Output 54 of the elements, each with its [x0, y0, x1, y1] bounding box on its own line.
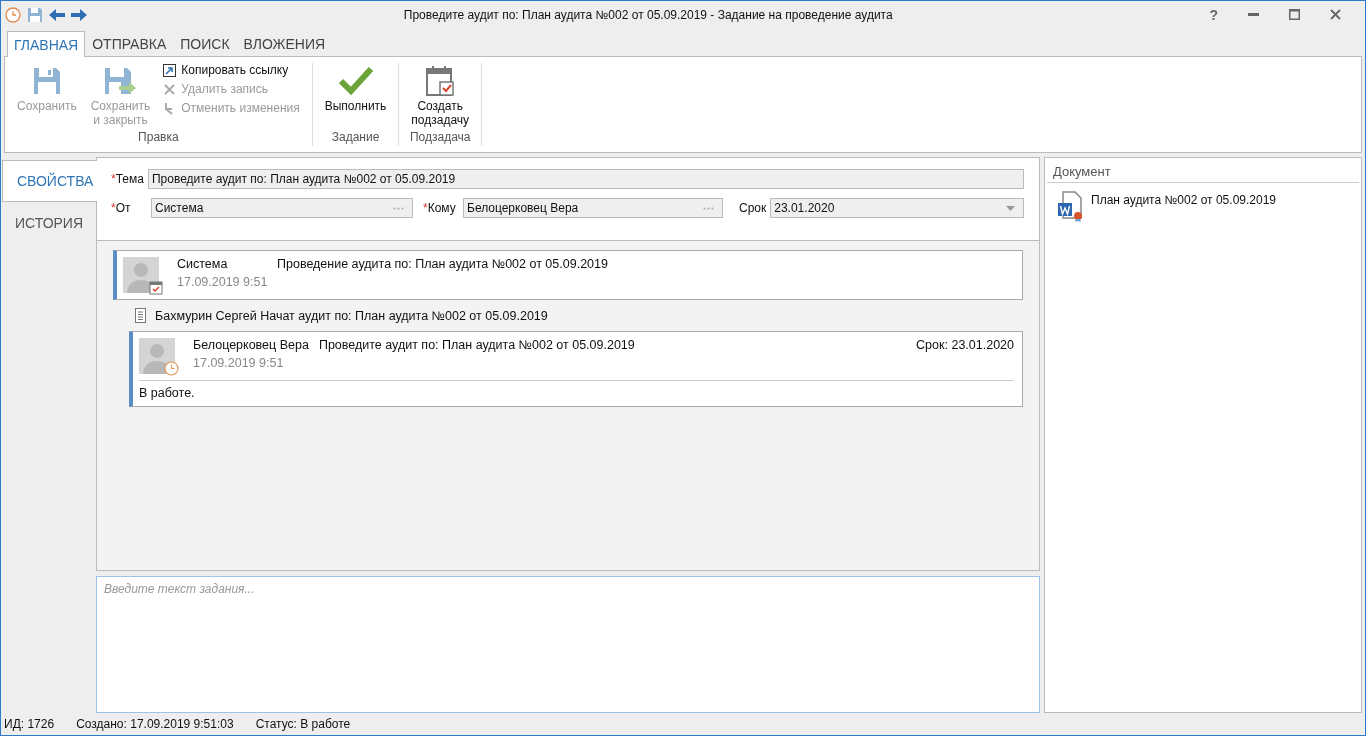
task-subject: Проведите аудит по: План аудита №002 от 05.09.2019: [318, 338, 636, 352]
word-document-icon: [1057, 191, 1083, 223]
close-icon: [163, 83, 175, 95]
input-field[interactable]: Белоцерковец Вера: [463, 198, 723, 218]
author-name: Белоцерковец Вера: [193, 338, 309, 352]
maximize-icon[interactable]: [1289, 9, 1300, 20]
timestamp: 17.09.2019 9:51: [193, 356, 285, 370]
input-field[interactable]: 23.01.2020: [770, 198, 1024, 218]
forward-arrow-icon[interactable]: [71, 8, 87, 21]
help-button[interactable]: ?: [1209, 6, 1218, 23]
due-date: Срок: 23.01.2020: [916, 338, 1014, 352]
ribbon-button[interactable]: Выполнить: [318, 63, 393, 113]
field-label: *Тема: [111, 172, 144, 186]
field-label: *Кому: [423, 201, 457, 215]
ribbon-button[interactable]: Создать подзадачу: [405, 63, 476, 127]
undo-icon: [163, 101, 175, 115]
link-icon: [162, 63, 176, 77]
ribbon-tab[interactable]: ГЛАВНАЯ: [7, 31, 86, 57]
save-and-close-icon: [103, 66, 138, 96]
calendar-check-icon: [425, 65, 456, 97]
panel-title: Документ: [1047, 158, 1359, 183]
document-icon: [135, 308, 146, 323]
input-field[interactable]: Проведите аудит по: План аудита №002 от 05.09.2019: [147, 169, 1024, 189]
status-text: Создано: 17.09.2019 9:51:03: [76, 717, 234, 731]
input-field[interactable]: Система: [151, 198, 413, 218]
clock-icon: [164, 361, 179, 376]
window-title: Проведите аудит по: План аудита №002 от 05.09.2019 - Задание на проведение аудита: [402, 7, 894, 22]
document-link[interactable]: План аудита №002 от 05.09.2019: [1091, 191, 1276, 207]
back-arrow-icon[interactable]: [49, 8, 65, 21]
ribbon-button[interactable]: Копировать ссылку: [162, 63, 300, 77]
field-label: Срок: [739, 201, 767, 215]
status-text: ИД: 1726: [4, 717, 55, 731]
checkmark-icon: [338, 66, 373, 96]
avatar-icon: [139, 338, 175, 374]
group-label: Подзадача: [409, 130, 471, 146]
timestamp: 17.09.2019 9:51: [177, 275, 269, 289]
side-tab[interactable]: СВОЙСТВА: [2, 160, 97, 202]
status-text: Статус: В работе: [255, 717, 351, 731]
task-comment: В работе.: [139, 386, 196, 402]
side-tab[interactable]: ИСТОРИЯ: [1, 202, 96, 244]
ribbon-tab[interactable]: ОТПРАВКА: [85, 30, 174, 56]
close-icon[interactable]: [1330, 9, 1341, 20]
ribbon-tab[interactable]: ПОИСК: [173, 30, 237, 56]
group-label: Задание: [331, 130, 380, 146]
history-entry: Бахмурин Сергей Начат аудит по: План аудита №002 от 05.09.2019: [155, 308, 548, 323]
avatar-icon: [123, 257, 159, 293]
ribbon-tab[interactable]: ВЛОЖЕНИЯ: [236, 30, 333, 56]
group-label: Правка: [138, 130, 179, 146]
author-name: Система: [177, 257, 229, 271]
clock-icon[interactable]: [5, 6, 21, 23]
task-subject: Проведение аудита по: План аудита №002 от 05.09.2019: [277, 257, 609, 271]
dropdown-caret-icon[interactable]: [1006, 205, 1015, 211]
calendar-check-icon: [149, 280, 163, 295]
field-label: *От: [111, 201, 132, 215]
